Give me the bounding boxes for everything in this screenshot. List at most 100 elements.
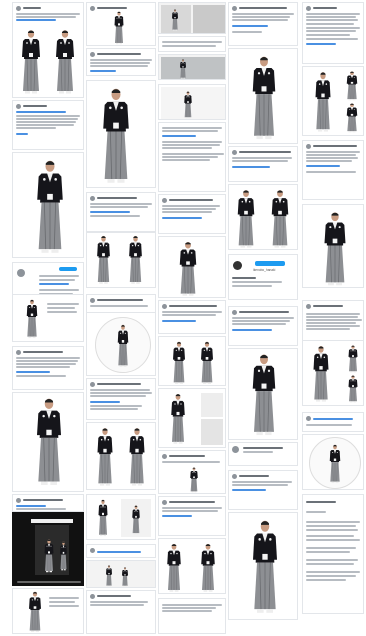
figure-photo [27,591,43,633]
avatar [16,498,21,503]
avatar [90,196,95,201]
post-card[interactable] [158,598,226,634]
figure-photo [169,393,187,445]
photo-card[interactable] [158,336,226,386]
post-card[interactable] [158,122,226,192]
photo-card[interactable] [158,388,226,448]
post-card[interactable] [228,2,298,46]
photo-card[interactable] [228,184,298,250]
avatar [16,6,21,11]
post-card[interactable] [302,494,364,614]
photo-card[interactable] [302,434,364,490]
avatar [162,500,167,505]
figure-photo [311,345,331,403]
photo-card[interactable] [302,204,364,288]
post-card[interactable] [12,2,84,98]
photo-card[interactable] [86,80,156,188]
figure-photo [121,567,129,587]
figure-photo [249,353,279,437]
post-card[interactable] [12,100,84,150]
post-card[interactable] [86,590,156,634]
figure-photo [199,543,217,593]
photo-card[interactable] [12,588,84,634]
avatar [162,454,167,459]
post-card[interactable] [86,2,156,46]
profile-card[interactable]: ikenobo_hanaki [228,254,298,300]
avatar [306,144,311,149]
figure-photo [127,235,144,285]
avatar [90,52,95,57]
post-card[interactable] [86,192,156,232]
follow-button[interactable] [59,267,77,271]
figure-photo [171,9,179,31]
video-card[interactable] [12,512,84,586]
photo-card[interactable] [228,348,298,440]
avatar [162,304,167,309]
photo-card[interactable] [86,232,156,288]
figure-photo [19,29,43,95]
figure-photo [95,427,115,487]
figure-photo [249,55,279,141]
photo-card[interactable] [12,152,84,258]
post-card[interactable] [228,306,298,346]
post-card[interactable] [228,442,298,466]
follow-button[interactable] [255,261,285,266]
photo-card[interactable] [86,312,156,376]
figure-photo [235,189,257,249]
photo-card[interactable] [12,392,84,492]
photo-card[interactable] [228,48,298,144]
photo-card[interactable] [86,422,156,490]
photo-card[interactable] [158,54,226,80]
avatar [90,6,95,11]
post-card[interactable] [86,544,156,558]
figure-photo [97,499,109,537]
photo-card[interactable] [302,66,364,136]
post-card[interactable] [302,412,364,432]
figure-photo [25,299,39,339]
avatar-photo [309,437,361,489]
photo-card[interactable] [12,294,84,342]
photo-card[interactable] [158,84,226,120]
figure-photo [33,159,67,255]
post-card[interactable] [302,2,364,64]
avatar [90,382,95,387]
avatar [232,446,239,453]
post-card[interactable] [158,300,226,334]
photo-card[interactable] [302,340,364,406]
photo-card[interactable] [158,236,226,298]
avatar [306,304,311,309]
post-card[interactable] [158,194,226,234]
post-card[interactable] [86,294,156,314]
figure-photo [127,427,147,487]
post-card[interactable] [158,496,226,536]
screenshot-collage: ikenobo_hanaki [0,0,366,636]
photo-card[interactable] [86,494,156,540]
post-card[interactable] [302,140,364,200]
photo-card[interactable] [228,512,298,620]
post-card[interactable] [158,450,226,494]
figure-photo [347,375,359,403]
avatar [306,416,311,421]
figure-photo [199,341,215,385]
avatar [232,150,237,155]
figure-photo [249,519,281,615]
figure-photo [95,235,112,285]
figure-photo [345,103,359,133]
avatar [232,6,237,11]
figure-photo [53,29,77,95]
post-card[interactable] [228,146,298,182]
figure-photo [131,505,141,535]
photo-card[interactable] [158,2,226,34]
photo-card[interactable] [158,538,226,594]
avatar [90,298,95,303]
figure-photo [43,539,55,573]
figure-photo [183,91,193,119]
post-card[interactable] [86,378,156,420]
post-card[interactable] [12,346,84,390]
post-card[interactable] [228,470,298,510]
post-card[interactable] [12,494,84,512]
post-card[interactable] [158,36,226,52]
post-card[interactable] [86,48,156,76]
photo-card[interactable] [86,560,156,588]
figure-photo [171,341,187,385]
